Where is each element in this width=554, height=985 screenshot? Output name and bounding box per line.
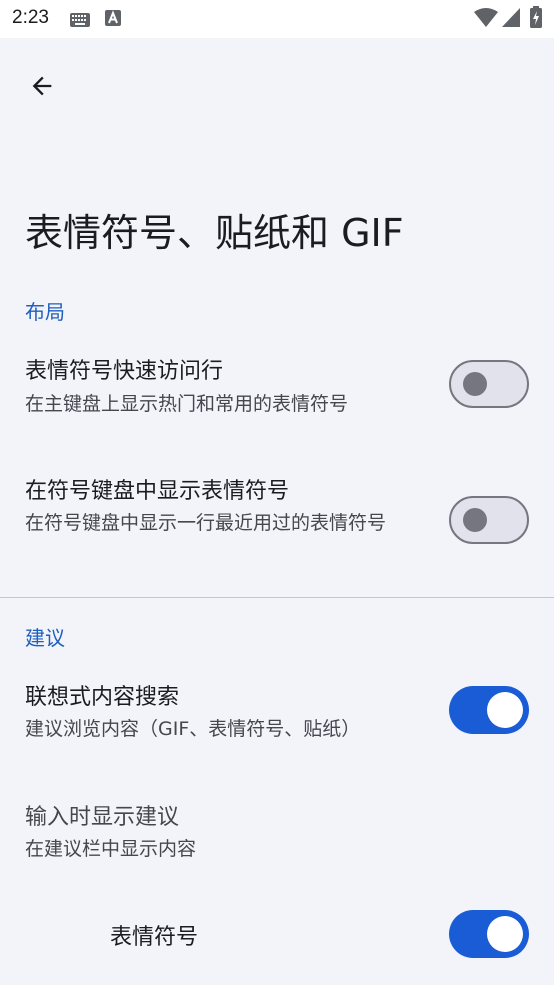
- wifi-icon: [474, 8, 498, 32]
- setting-summary: 在符号键盘中显示一行最近用过的表情符号: [25, 512, 387, 534]
- arrow-back-icon: [32, 76, 52, 96]
- setting-title: 表情符号快速访问行: [25, 359, 224, 384]
- page-title: 表情符号、贴纸和 GIF: [25, 211, 404, 255]
- section-header-layout: 布局: [25, 300, 65, 324]
- setting-title: 输入时显示建议: [25, 805, 180, 830]
- toggle-thumb: [463, 372, 487, 396]
- status-time: 2:23: [12, 7, 49, 28]
- section-divider: [0, 597, 554, 598]
- text-a-icon: [105, 10, 121, 30]
- setting-summary: 在建议栏中显示内容: [25, 838, 197, 860]
- toggle-thumb: [463, 508, 487, 532]
- section-header-suggestions: 建议: [25, 626, 65, 650]
- keyboard-icon: [70, 12, 90, 31]
- setting-title: 在符号键盘中显示表情符号: [25, 479, 290, 504]
- setting-title: 联想式内容搜索: [25, 685, 180, 710]
- setting-summary: 建议浏览内容（GIF、表情符号、贴纸）: [25, 718, 361, 740]
- setting-summary: 在主键盘上显示热门和常用的表情符号: [25, 393, 349, 415]
- status-bar: 2:23: [0, 0, 554, 38]
- toggle-thumb: [487, 916, 523, 952]
- toggle-emoji[interactable]: [449, 910, 529, 958]
- toggle-emoji-in-symbols[interactable]: [449, 496, 529, 544]
- setting-title: 表情符号: [110, 925, 199, 950]
- toggle-content-search[interactable]: [449, 686, 529, 734]
- battery-icon: [530, 6, 542, 32]
- toggle-thumb: [487, 692, 523, 728]
- signal-icon: [502, 8, 520, 32]
- toggle-emoji-row[interactable]: [449, 360, 529, 408]
- back-button[interactable]: [18, 62, 66, 110]
